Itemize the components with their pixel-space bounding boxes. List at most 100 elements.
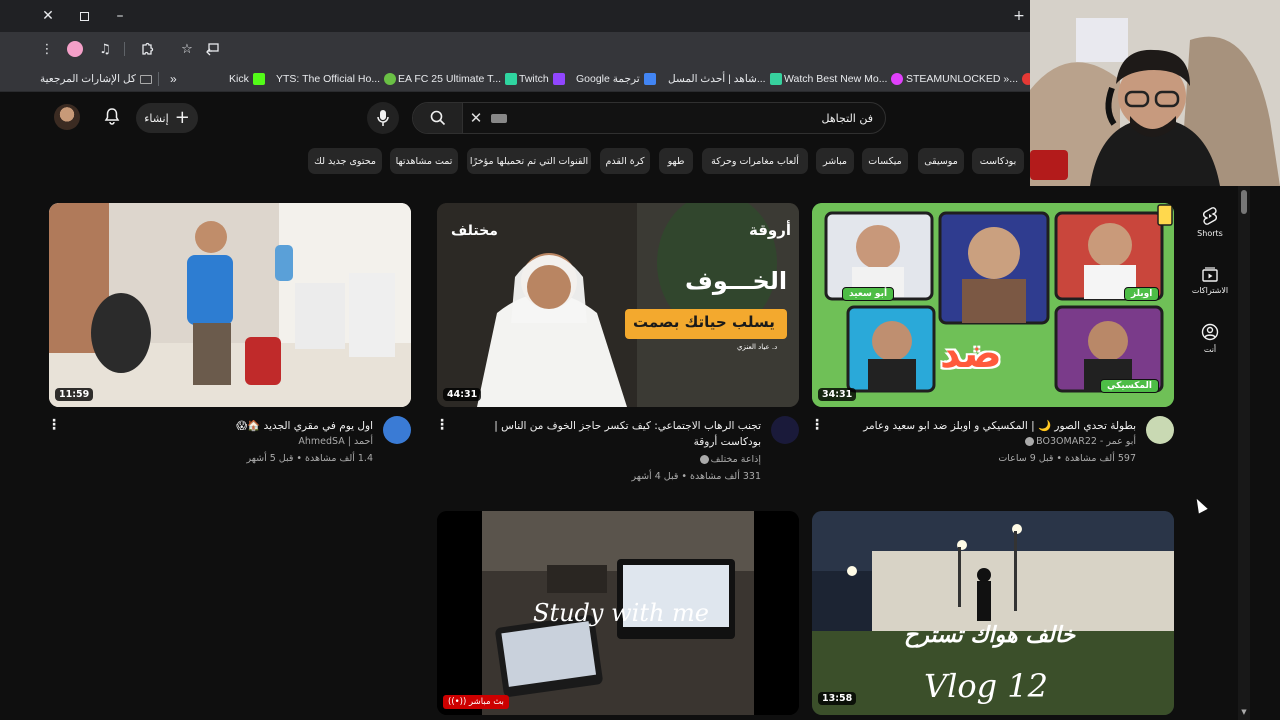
channel-name[interactable]: أبو عمر - BO3OMAR22 <box>1023 436 1136 447</box>
guide-mini: Shorts الاشتراكات أنت <box>1180 186 1240 386</box>
bookmark-all-bookmarks[interactable]: كل الإشارات المرجعية <box>40 71 152 87</box>
chip-cooking[interactable]: طهو <box>659 148 693 174</box>
twitch-favicon <box>552 73 565 85</box>
scrollbar-thumb[interactable] <box>1241 190 1247 214</box>
video-stats: 597 ألف مشاهدة • قبل 9 ساعات <box>998 453 1136 464</box>
video-thumbnail[interactable]: Study with me بث مباشر ((•)) <box>437 511 799 715</box>
video-thumbnail[interactable]: 11:59 <box>49 203 411 407</box>
video-title[interactable]: تجنب الرهاب الاجتماعي: كيف تكسر حاجز الخ… <box>461 418 761 450</box>
webcam-overlay <box>1030 0 1280 186</box>
shorts-icon <box>1203 206 1217 225</box>
bookmark-label: Kick <box>229 73 249 85</box>
chip-football[interactable]: كرة القدم <box>600 148 650 174</box>
bookmark-star-icon[interactable]: ☆ <box>178 40 196 58</box>
bookmark-label: كل الإشارات المرجعية <box>40 73 136 85</box>
media-controls-icon[interactable]: ♫ <box>96 40 114 58</box>
more-bookmarks-chevron-icon[interactable]: » <box>170 71 177 87</box>
chip-new-to-you[interactable]: محتوى جديد لك <box>308 148 382 174</box>
maximize-window-icon[interactable] <box>74 6 94 26</box>
browser-menu-icon[interactable]: ⋮ <box>38 40 56 58</box>
create-button[interactable]: إنشاء + <box>136 103 198 133</box>
bookmark-ea-fc[interactable]: EA FC 25 Ultimate T... <box>398 71 518 87</box>
close-window-icon[interactable]: ✕ <box>38 6 58 26</box>
video-stats: 1.4 ألف مشاهدة • قبل 5 أشهر <box>246 453 373 464</box>
search-box: ✕ <box>412 102 886 134</box>
bookmark-steamunlocked[interactable]: STEAMUNLOCKED »... <box>906 71 1035 87</box>
guide-item-you[interactable]: أنت <box>1180 312 1240 364</box>
profile-icon[interactable] <box>66 40 84 58</box>
google-translate-favicon <box>643 73 656 85</box>
search-input[interactable] <box>533 103 873 133</box>
movie-site-favicon <box>891 73 904 85</box>
keyboard-icon[interactable] <box>491 114 507 123</box>
video-duration: 44:31 <box>443 388 482 401</box>
guide-item-shorts[interactable]: Shorts <box>1180 196 1240 248</box>
more-options-icon[interactable]: ⋮ <box>47 416 61 434</box>
video-meta: تجنب الرهاب الاجتماعي: كيف تكسر حاجز الخ… <box>435 416 799 496</box>
bookmark-kick[interactable]: Kick <box>229 71 265 87</box>
thumbnail-tag: المكسيكي <box>1100 379 1159 393</box>
toolbar-divider <box>124 42 125 56</box>
thumbnail-main-text: ضد <box>940 331 1002 377</box>
extensions-icon[interactable] <box>138 40 156 58</box>
live-broadcast-icon: ((•)) <box>448 697 467 707</box>
bookmark-twitch[interactable]: Twitch <box>519 71 565 87</box>
clear-search-icon[interactable]: ✕ <box>467 109 485 127</box>
thumbnail-tag: اوبلز <box>1124 287 1160 301</box>
guide-item-subscriptions[interactable]: الاشتراكات <box>1180 254 1240 306</box>
thumbnail-headline: خالف هواك تسترح <box>904 623 1076 648</box>
kick-favicon <box>252 73 265 85</box>
bookmark-shahid[interactable]: شاهد | أحدث المسل... <box>668 71 782 87</box>
avatar[interactable] <box>54 104 80 130</box>
channel-avatar[interactable] <box>383 416 411 444</box>
chip-mixes[interactable]: ميكسات <box>862 148 908 174</box>
plus-icon: + <box>174 107 190 128</box>
video-duration: 11:59 <box>55 388 94 401</box>
chip-music[interactable]: موسيقى <box>918 148 964 174</box>
live-badge: بث مباشر ((•)) <box>443 695 509 709</box>
channel-name[interactable]: إذاعة مختلف <box>698 454 761 465</box>
more-options-icon[interactable]: ⋮ <box>810 416 824 434</box>
thumbnail-script-text: Study with me <box>533 599 710 627</box>
send-to-device-icon[interactable] <box>204 40 222 58</box>
channel-logo-text: مختلف <box>451 223 498 239</box>
video-title[interactable]: بطولة تحدي الصور 🌙 | المكسيكي و اوبلز ضد… <box>836 418 1136 434</box>
video-duration: 34:31 <box>818 388 857 401</box>
notifications-bell-icon[interactable] <box>102 106 122 126</box>
page-scrollbar[interactable]: ▼ <box>1238 186 1250 720</box>
minimize-window-icon[interactable]: – <box>110 6 130 26</box>
bookmarks-bar: كل الإشارات المرجعية » Kick YTS: The Off… <box>0 66 1035 92</box>
chip-podcast[interactable]: بودكاست <box>972 148 1024 174</box>
thumbnail-headline: الخـــوف <box>685 267 788 295</box>
video-thumbnail[interactable]: ضد أبو سعيد اوبلز المكسيكي 34:31 <box>812 203 1174 407</box>
guide-label: الاشتراكات <box>1191 285 1229 295</box>
brand-logo-text: أروقة <box>749 221 792 239</box>
bookmark-watch-movies[interactable]: Watch Best New Mo... <box>784 71 904 87</box>
search-button[interactable] <box>413 103 463 133</box>
thumbnail-art <box>49 203 411 407</box>
folder-icon <box>139 74 152 84</box>
bookmark-google-translate[interactable]: Google ترجمة <box>576 71 656 87</box>
channel-name-text: إذاعة مختلف <box>710 454 761 465</box>
channel-avatar[interactable] <box>1146 416 1174 444</box>
bookmark-yts[interactable]: YTS: The Official Ho... <box>276 71 397 87</box>
more-options-icon[interactable]: ⋮ <box>435 416 449 434</box>
video-thumbnail[interactable]: خالف هواك تسترح Vlog 12 13:58 <box>812 511 1174 715</box>
new-tab-icon[interactable]: + <box>1009 6 1029 26</box>
video-title[interactable]: اول يوم في مقري الجديد 🏠😱 <box>73 418 373 434</box>
chip-watched[interactable]: تمت مشاهدتها <box>390 148 458 174</box>
thumbnail-tag: أبو سعيد <box>842 287 895 301</box>
channel-avatar[interactable] <box>771 416 799 444</box>
youtube-header: إنشاء + ✕ <box>30 92 1030 144</box>
channel-name[interactable]: أحمد | AhmedSA <box>298 436 373 447</box>
chip-action-adventure-games[interactable]: ألعاب مغامرات وحركة <box>702 148 808 174</box>
futbin-favicon <box>505 73 518 85</box>
video-meta: بطولة تحدي الصور 🌙 | المكسيكي و اوبلز ضد… <box>810 416 1174 496</box>
chip-live[interactable]: مباشر <box>816 148 854 174</box>
channel-name-text: أبو عمر - BO3OMAR22 <box>1036 436 1136 447</box>
thumbnail-banner: يسلب حياتك بصمت <box>633 313 775 331</box>
video-thumbnail[interactable]: مختلف أروقة الخـــوف يسلب حياتك بصمت د. … <box>437 203 799 407</box>
scroll-down-arrow-icon[interactable]: ▼ <box>1238 708 1250 718</box>
chip-recently-uploaded[interactable]: القنوات التي تم تحميلها مؤخرًا <box>467 148 591 174</box>
voice-search-button[interactable] <box>367 102 399 134</box>
